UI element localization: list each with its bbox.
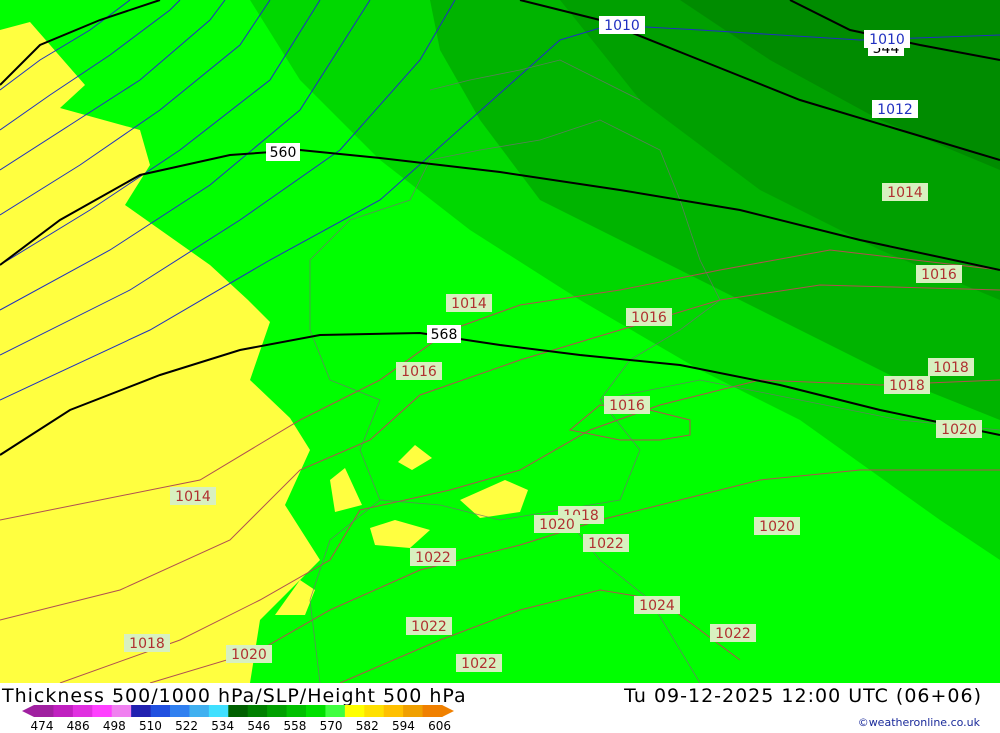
slp-label: 1012	[877, 102, 913, 118]
legend-arrow-right	[442, 705, 454, 717]
legend-tick-label: 606	[428, 719, 451, 731]
color-legend: 474 486 498 510 522 534 546 558 570 582 594 606	[22, 705, 454, 731]
legend-tick-label: 474	[31, 719, 54, 731]
slp-label: 1022	[461, 656, 497, 672]
legend-swatch	[131, 705, 152, 717]
legend-tick-label: 558	[284, 719, 307, 731]
legend-tick-label: 570	[320, 719, 343, 731]
slp-label: 1020	[231, 647, 267, 663]
map-footer: Thickness 500/1000 hPa/SLP/Height 500 hP…	[0, 683, 1000, 733]
legend-swatch	[228, 705, 249, 717]
legend-swatch	[111, 705, 132, 717]
credit-link[interactable]: ©weatheronline.co.uk	[858, 716, 980, 729]
legend-swatch	[72, 705, 93, 717]
slp-label: 1016	[609, 398, 645, 414]
slp-label: 1010	[604, 18, 640, 34]
legend-tick-label: 594	[392, 719, 415, 731]
legend-swatch	[364, 705, 385, 717]
slp-label: 1022	[411, 619, 447, 635]
weather-map: 560 568 544 1010 1010 1012 1014 1014 101…	[0, 0, 1000, 683]
legend-tick-label: 546	[247, 719, 270, 731]
legend-swatch	[306, 705, 326, 717]
map-title: Thickness 500/1000 hPa/SLP/Height 500 hP…	[2, 685, 467, 707]
slp-label: 1018	[933, 360, 969, 376]
legend-tick-label: 582	[356, 719, 379, 731]
legend-swatch	[34, 705, 54, 717]
legend-swatch	[286, 705, 307, 717]
slp-label: 1022	[415, 550, 451, 566]
legend-swatch	[383, 705, 404, 717]
slp-label: 1010	[869, 32, 905, 48]
slp-label: 1022	[715, 626, 751, 642]
slp-label: 1016	[921, 267, 957, 283]
slp-label: 1014	[451, 296, 487, 312]
slp-label: 1016	[401, 364, 437, 380]
legend-arrow-left	[22, 705, 34, 717]
legend-swatch	[189, 705, 210, 717]
legend-swatch	[150, 705, 171, 717]
legend-tick-label: 534	[211, 719, 234, 731]
legend-swatch	[208, 705, 229, 717]
slp-label: 1018	[889, 378, 925, 394]
legend-swatch	[422, 705, 443, 717]
legend-swatch	[53, 705, 74, 717]
legend-swatch	[170, 705, 190, 717]
slp-label: 1024	[639, 598, 675, 614]
legend-tick-label: 498	[103, 719, 126, 731]
slp-label: 1022	[588, 536, 624, 552]
height-label: 560	[270, 145, 297, 161]
valid-time: Tu 09-12-2025 12:00 UTC (06+06)	[624, 685, 982, 707]
slp-label: 1016	[631, 310, 667, 326]
slp-label: 1018	[129, 636, 165, 652]
legend-swatch	[267, 705, 288, 717]
legend-swatch	[403, 705, 424, 717]
slp-label: 1020	[759, 519, 795, 535]
legend-tick-label: 510	[139, 719, 162, 731]
slp-label: 1020	[539, 517, 575, 533]
legend-swatch	[247, 705, 268, 717]
legend-swatch	[92, 705, 113, 717]
legend-tick-label: 522	[175, 719, 198, 731]
slp-label: 1020	[941, 422, 977, 438]
legend-tick-label: 486	[67, 719, 90, 731]
slp-label: 1014	[887, 185, 923, 201]
legend-swatch	[344, 705, 365, 717]
height-label: 568	[431, 327, 458, 343]
legend-swatch	[325, 705, 346, 717]
slp-label: 1014	[175, 489, 211, 505]
